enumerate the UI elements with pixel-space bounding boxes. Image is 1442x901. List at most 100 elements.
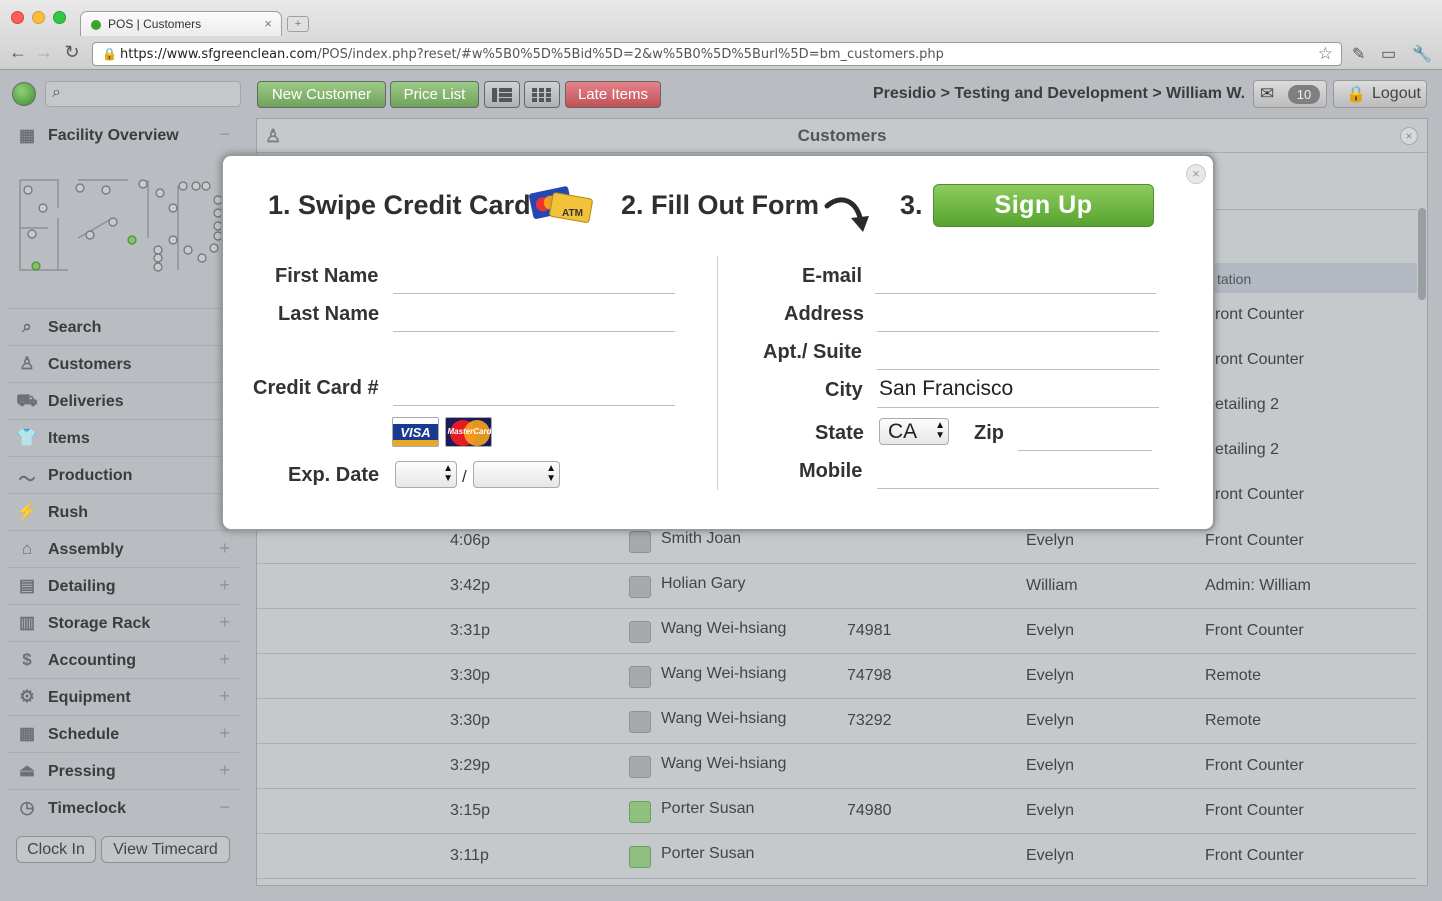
table-row[interactable]: 3:31p Wang Wei-hsiang 74981 Evelyn Front Cou…: [257, 609, 1417, 654]
sidebar-item-label: Search: [48, 319, 102, 336]
status-indicator[interactable]: [12, 82, 36, 106]
view-timecard-button[interactable]: View Timecard: [101, 836, 230, 863]
clock-in-button[interactable]: Clock In: [16, 836, 96, 863]
scrollbar[interactable]: [1418, 208, 1426, 300]
wrench-icon[interactable]: 🔧: [1412, 44, 1432, 64]
exp-year-select[interactable]: ▲ ▼: [473, 461, 560, 488]
last-name-field[interactable]: [393, 331, 675, 332]
column-header-station[interactable]: tation: [1213, 263, 1417, 293]
table-row[interactable]: 3:30p Wang Wei-hsiang 73292 Evelyn Remote: [257, 699, 1417, 744]
avatar: [629, 846, 651, 868]
exp-date-label: Exp. Date: [288, 464, 380, 486]
window-icon[interactable]: ▭: [1381, 44, 1396, 64]
customer-name-cell[interactable]: Porter Susan: [661, 845, 754, 863]
zip-field[interactable]: [1018, 450, 1152, 451]
address-bar[interactable]: 🔒 https://www.sfgreenclean.com/POS/index…: [92, 42, 1342, 66]
customer-name-cell[interactable]: Smith Joan: [661, 530, 741, 548]
sidebar-item-assembly[interactable]: ⌂ Assembly +: [8, 530, 240, 566]
bookmark-star-icon[interactable]: ☆: [1318, 44, 1333, 64]
new-customer-button[interactable]: New Customer: [257, 81, 386, 108]
tab-close-icon[interactable]: ×: [264, 16, 272, 31]
maximize-window-icon[interactable]: [53, 11, 66, 24]
sidebar-item-detailing[interactable]: ▤ Detailing +: [8, 567, 240, 603]
apt-suite-field[interactable]: [877, 369, 1159, 370]
sidebar-item-equipment[interactable]: ⚙ Equipment +: [8, 678, 240, 714]
state-select[interactable]: CA ▲ ▼: [879, 418, 949, 445]
sidebar-item-rush[interactable]: ⚡Rush+: [8, 493, 240, 529]
tab-title: POS | Customers: [108, 17, 202, 31]
sidebar-item-storage-rack[interactable]: ▥ Storage Rack +: [8, 604, 240, 640]
time-cell: 3:30p: [450, 667, 491, 684]
expand-icon[interactable]: +: [219, 649, 230, 670]
table-row[interactable]: 3:29p Wang Wei-hsiang Evelyn Front Counter: [257, 744, 1417, 789]
ticket-cell[interactable]: 74980: [847, 802, 892, 820]
expand-icon[interactable]: +: [219, 612, 230, 633]
table-row[interactable]: 3:15p Porter Susan 74980 Evelyn Front Counte…: [257, 789, 1417, 834]
city-field[interactable]: [877, 407, 1159, 408]
back-arrow-icon[interactable]: ←: [8, 42, 28, 63]
late-items-button[interactable]: Late Items: [565, 81, 661, 108]
close-window-icon[interactable]: [11, 11, 24, 24]
sidebar-item-schedule[interactable]: ▦ Schedule +: [8, 715, 240, 751]
mobile-field[interactable]: [877, 488, 1159, 489]
minimize-window-icon[interactable]: [32, 11, 45, 24]
sidebar-item-items[interactable]: 👕Items+: [8, 419, 240, 455]
customer-name-cell[interactable]: Wang Wei-hsiang: [661, 755, 786, 773]
customer-name-cell[interactable]: Wang Wei-hsiang: [661, 710, 786, 728]
table-row[interactable]: 3:11p Porter Susan Evelyn Front Counter: [257, 834, 1417, 879]
expand-icon[interactable]: +: [219, 538, 230, 559]
expand-icon[interactable]: +: [219, 760, 230, 781]
customer-name-cell[interactable]: Wang Wei-hsiang: [661, 665, 786, 683]
collapse-icon[interactable]: −: [219, 797, 230, 818]
ticket-cell[interactable]: 74981: [847, 622, 892, 640]
expand-icon[interactable]: +: [219, 575, 230, 596]
sign-up-button[interactable]: Sign Up: [933, 184, 1154, 227]
customer-name-cell[interactable]: Porter Susan: [661, 800, 754, 818]
sidebar-item-label: Schedule: [48, 726, 120, 743]
station-cell: Front Counter: [1205, 802, 1304, 819]
sidebar-item-search[interactable]: ⌕Search+: [8, 308, 240, 344]
search-input[interactable]: ⌕: [45, 81, 241, 107]
table-row[interactable]: 3:42p Holian Gary William Admin: William: [257, 564, 1417, 609]
expand-icon[interactable]: +: [219, 723, 230, 744]
list-view-button[interactable]: [484, 81, 520, 108]
customer-name-cell[interactable]: Wang Wei-hsiang: [661, 620, 786, 638]
table-row[interactable]: 3:30p Wang Wei-hsiang 74798 Evelyn Remote: [257, 654, 1417, 699]
sidebar-item-pressing[interactable]: ⏏ Pressing +: [8, 752, 240, 788]
address-field[interactable]: [877, 331, 1159, 332]
pen-icon[interactable]: ✎: [1352, 44, 1365, 64]
sidebar-item-facility-overview[interactable]: ▦ Facility Overview −: [8, 118, 240, 152]
grid-view-button[interactable]: [524, 81, 560, 108]
email-field[interactable]: [875, 293, 1156, 294]
sidebar-item-timeclock[interactable]: ◷ Timeclock −: [8, 789, 240, 825]
sidebar-item-production[interactable]: 〜Production+: [8, 456, 240, 492]
sidebar-item-customers[interactable]: ♙Customers+: [8, 345, 240, 381]
credit-card-field[interactable]: [393, 405, 675, 406]
city-field-value[interactable]: San Francisco: [879, 377, 1013, 401]
apt-suite-label: Apt./ Suite: [763, 341, 862, 363]
browser-tab[interactable]: POS | Customers ×: [80, 11, 282, 36]
favicon-icon: [91, 20, 101, 30]
logout-button[interactable]: 🔒 Logout: [1333, 80, 1427, 108]
person-icon: ♙: [19, 354, 35, 373]
price-list-button[interactable]: Price List: [390, 81, 479, 108]
sidebar-item-label: Items: [48, 430, 90, 447]
forward-arrow-icon[interactable]: →: [34, 42, 54, 63]
avatar: [629, 756, 651, 778]
sidebar-item-accounting[interactable]: $ Accounting +: [8, 641, 240, 677]
collapse-icon[interactable]: −: [219, 124, 230, 145]
first-name-field[interactable]: [393, 293, 675, 294]
facility-floorplan-map[interactable]: [18, 178, 228, 274]
messages-button[interactable]: ✉ 10: [1253, 80, 1327, 108]
customer-name-cell[interactable]: Holian Gary: [661, 575, 745, 593]
step-2-label: 2. Fill Out Form: [621, 190, 820, 220]
new-tab-button[interactable]: +: [287, 16, 309, 32]
ticket-cell[interactable]: 74798: [847, 667, 892, 685]
sidebar-item-deliveries[interactable]: ⛟Deliveries+: [8, 382, 240, 418]
panel-close-icon[interactable]: ×: [1400, 127, 1418, 145]
expand-icon[interactable]: +: [219, 686, 230, 707]
dialog-close-icon[interactable]: ×: [1186, 164, 1206, 184]
exp-month-select[interactable]: ▲ ▼: [395, 461, 457, 488]
reload-icon[interactable]: ↻: [62, 42, 82, 63]
ticket-cell[interactable]: 73292: [847, 712, 892, 730]
